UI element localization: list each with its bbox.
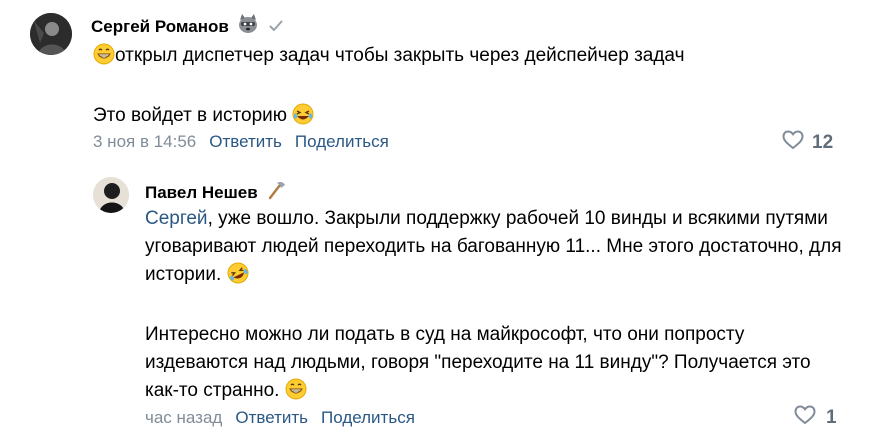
grinning-emoji-icon bbox=[93, 43, 115, 74]
laughing-emoji-icon bbox=[292, 103, 314, 134]
like-button[interactable]: 12 bbox=[782, 130, 833, 156]
like-button[interactable]: 1 bbox=[794, 405, 837, 431]
comment-meta: 3 ноя в 14:56 Ответить Поделиться bbox=[93, 132, 389, 152]
avatar[interactable] bbox=[30, 13, 72, 55]
avatar-photo bbox=[93, 177, 129, 213]
comment-text: Сергей, уже вошло. Закрыли поддержку раб… bbox=[145, 205, 845, 409]
checkmark-icon bbox=[269, 17, 283, 37]
comment-line: Это войдет в историю bbox=[93, 105, 288, 126]
timestamp[interactable]: 3 ноя в 14:56 bbox=[93, 132, 196, 152]
rofl-emoji-icon bbox=[227, 262, 249, 293]
author-name-row: Сергей Романов bbox=[91, 14, 283, 39]
like-count: 1 bbox=[826, 407, 837, 428]
comment-text: открыл диспетчер задач чтобы закрыть чер… bbox=[93, 42, 833, 134]
comment-line: открыл диспетчер задач чтобы закрыть чер… bbox=[115, 45, 685, 66]
share-button[interactable]: Поделиться bbox=[295, 132, 389, 152]
axe-icon bbox=[266, 180, 286, 205]
heart-icon bbox=[794, 405, 816, 431]
reply-button[interactable]: Ответить bbox=[235, 408, 308, 428]
timestamp[interactable]: час назад bbox=[145, 408, 222, 428]
share-button[interactable]: Поделиться bbox=[321, 408, 415, 428]
comment-line: Интересно можно ли подать в суд на майкр… bbox=[145, 324, 811, 401]
avatar-photo bbox=[30, 13, 72, 55]
author-name[interactable]: Павел Нешев bbox=[145, 183, 258, 203]
author-name[interactable]: Сергей Романов bbox=[91, 17, 229, 37]
raccoon-icon bbox=[237, 14, 259, 39]
author-name-row: Павел Нешев bbox=[145, 180, 286, 205]
comment-line: , уже вошло. Закрыли поддержку рабочей 1… bbox=[145, 208, 842, 285]
grinning-emoji-icon bbox=[285, 378, 307, 409]
avatar[interactable] bbox=[93, 177, 129, 213]
comment-meta: час назад Ответить Поделиться bbox=[145, 408, 415, 428]
reply-button[interactable]: Ответить bbox=[209, 132, 282, 152]
like-count: 12 bbox=[812, 132, 834, 153]
heart-icon bbox=[782, 130, 804, 156]
mention-link[interactable]: Сергей bbox=[145, 208, 208, 229]
